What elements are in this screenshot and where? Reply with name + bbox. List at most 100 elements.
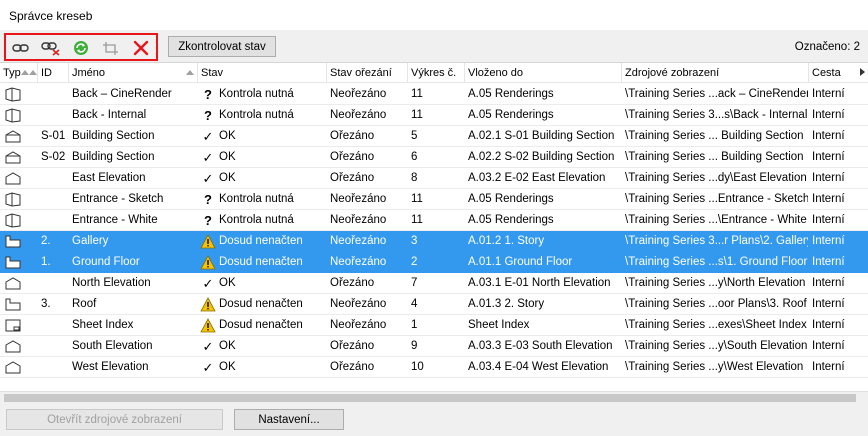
row-crop-status: Ořezáno	[330, 172, 375, 184]
column-header-id[interactable]: ID	[38, 63, 69, 83]
section-icon	[0, 126, 36, 147]
row-source-view: \Training Series 3...r Plans\2. Gallery	[625, 235, 808, 247]
row-crop-status: Ořezáno	[330, 361, 375, 373]
3d-view-icon	[0, 189, 36, 210]
table-row[interactable]: S-01 Building Section ✓ OK Ořezáno 5 A.02.1 S-…	[0, 126, 868, 147]
table-row[interactable]: Entrance - White ? Kontrola nutná Neořezáno…	[0, 210, 868, 231]
frame-icon[interactable]	[100, 39, 122, 57]
table-row[interactable]: North Elevation ✓ OK Ořezáno 7 A.03.1 E-01 No…	[0, 273, 868, 294]
row-path: Interní	[812, 340, 845, 352]
row-placed-in: A.02.2 S-02 Building Section	[468, 151, 615, 163]
question-icon: ?	[204, 108, 212, 123]
row-source-view: \Training Series ...y\North Elevation	[625, 277, 806, 289]
open-source-view-button[interactable]: Otevřít zdrojové zobrazení	[6, 409, 223, 430]
row-source-view: \Training Series 3...s\Back - Internal	[625, 109, 808, 121]
row-status: ✓ OK	[198, 357, 326, 378]
table-row[interactable]: South Elevation ✓ OK Ořezáno 9 A.03.3 E-03 So…	[0, 336, 868, 357]
title-bar: Správce kreseb	[0, 0, 868, 30]
column-header-source-view[interactable]: Zdrojové zobrazení	[622, 63, 809, 83]
row-name: South Elevation	[72, 340, 153, 352]
row-source-view: \Training Series ...oor Plans\3. Roof	[625, 298, 807, 310]
row-id: S-02	[41, 151, 66, 163]
sheet-index-icon	[0, 315, 36, 336]
table-row[interactable]: East Elevation ✓ OK Ořezáno 8 A.03.2 E-02 Eas…	[0, 168, 868, 189]
column-header-drawing-number[interactable]: Výkres č.	[408, 63, 465, 83]
scrollbar-thumb[interactable]	[4, 394, 856, 402]
table-row[interactable]: 3. Roof Dosud nenačten Neořezáno 4 A.01.3 2. …	[0, 294, 868, 315]
column-header-name[interactable]: Jméno	[69, 63, 198, 83]
row-source-view: \Training Series ...exes\Sheet Index	[625, 319, 807, 331]
table-row[interactable]: Sheet Index Dosud nenačten Neořezáno 1 Sheet…	[0, 315, 868, 336]
table-row[interactable]: Back – CineRender ? Kontrola nutná Neořezán…	[0, 84, 868, 105]
row-placed-in: A.03.1 E-01 North Elevation	[468, 277, 611, 289]
warning-icon	[200, 294, 216, 315]
row-placed-in: A.01.3 2. Story	[468, 298, 545, 310]
table-row[interactable]: Entrance - Sketch ? Kontrola nutná Neořezán…	[0, 189, 868, 210]
row-name: West Elevation	[72, 361, 149, 373]
question-icon: ?	[204, 87, 212, 102]
column-header-path[interactable]: Cesta	[809, 63, 868, 83]
table-row[interactable]: 1. Ground Floor Dosud nenačten Neořezáno 2 A.…	[0, 252, 868, 273]
row-crop-status: Neořezáno	[330, 88, 387, 100]
column-header-placed-in[interactable]: Vloženo do	[465, 63, 622, 83]
row-path: Interní	[812, 130, 845, 142]
link-icon[interactable]	[10, 39, 32, 57]
row-drawing-number: 11	[411, 109, 423, 121]
row-id: 2.	[41, 235, 51, 247]
row-crop-status: Neořezáno	[330, 235, 387, 247]
row-status: ? Kontrola nutná	[198, 84, 326, 105]
row-source-view: \Training Series ... Building Section	[625, 130, 804, 142]
column-header-crop-status[interactable]: Stav ořezání	[327, 63, 408, 83]
row-name: Ground Floor	[72, 256, 140, 268]
row-id: S-01	[41, 130, 66, 142]
unlink-icon[interactable]	[40, 39, 62, 57]
row-drawing-number: 3	[411, 235, 418, 247]
row-source-view: \Training Series ...ack – CineRender	[625, 88, 808, 100]
row-source-view: \Training Series ...y\West Elevation	[625, 361, 804, 373]
refresh-icon[interactable]	[70, 39, 92, 57]
row-status: ✓ OK	[198, 126, 326, 147]
row-id	[38, 84, 68, 105]
check-status-button[interactable]: Zkontrolovat stav	[168, 36, 276, 57]
elevation-icon	[0, 168, 36, 189]
row-name: North Elevation	[72, 277, 151, 289]
row-name: Back – CineRender	[72, 88, 172, 100]
row-path: Interní	[812, 256, 845, 268]
row-crop-status: Ořezáno	[330, 277, 375, 289]
row-crop-status: Ořezáno	[330, 130, 375, 142]
column-header-type[interactable]: Typ	[0, 63, 38, 83]
horizontal-scrollbar[interactable]	[0, 391, 868, 403]
row-path: Interní	[812, 277, 845, 289]
check-icon: ✓	[202, 276, 214, 291]
warning-icon	[200, 231, 216, 252]
table-row[interactable]: S-02 Building Section ✓ OK Ořezáno 6 A.02.2 S-…	[0, 147, 868, 168]
table-row[interactable]: Back - Internal ? Kontrola nutná Neořezáno 1…	[0, 105, 868, 126]
settings-button[interactable]: Nastavení...	[234, 409, 344, 430]
row-id	[38, 189, 68, 210]
row-placed-in: A.05 Renderings	[468, 214, 554, 226]
row-source-view: \Training Series ...s\1. Ground Floor	[625, 256, 808, 268]
row-drawing-number: 4	[411, 298, 418, 310]
row-source-view: \Training Series ...dy\East Elevation	[625, 172, 807, 184]
row-drawing-number: 7	[411, 277, 418, 289]
row-id	[38, 357, 68, 378]
delete-icon[interactable]	[130, 39, 152, 57]
row-placed-in: A.05 Renderings	[468, 193, 554, 205]
row-path: Interní	[812, 193, 845, 205]
row-placed-in: A.05 Renderings	[468, 88, 554, 100]
row-name: Roof	[72, 298, 97, 310]
table-row[interactable]: West Elevation ✓ OK Ořezáno 10 A.03.4 E-04 We…	[0, 357, 868, 378]
check-icon: ✓	[202, 129, 214, 144]
check-icon: ✓	[202, 360, 214, 375]
table-row[interactable]: 2. Gallery Dosud nenačten Neořezáno 3 A.01.2 …	[0, 231, 868, 252]
row-source-view: \Training Series ...y\South Elevation	[625, 340, 808, 352]
drawing-manager-window: Správce kreseb Zkontrolovat stav Označen…	[0, 0, 868, 436]
row-id	[38, 210, 68, 231]
section-icon	[0, 147, 36, 168]
row-id	[38, 168, 68, 189]
row-drawing-number: 9	[411, 340, 418, 352]
row-path: Interní	[812, 235, 845, 247]
sort-arrow-icon	[186, 70, 194, 75]
column-header-status[interactable]: Stav	[198, 63, 327, 83]
scroll-right-icon[interactable]	[860, 68, 865, 76]
